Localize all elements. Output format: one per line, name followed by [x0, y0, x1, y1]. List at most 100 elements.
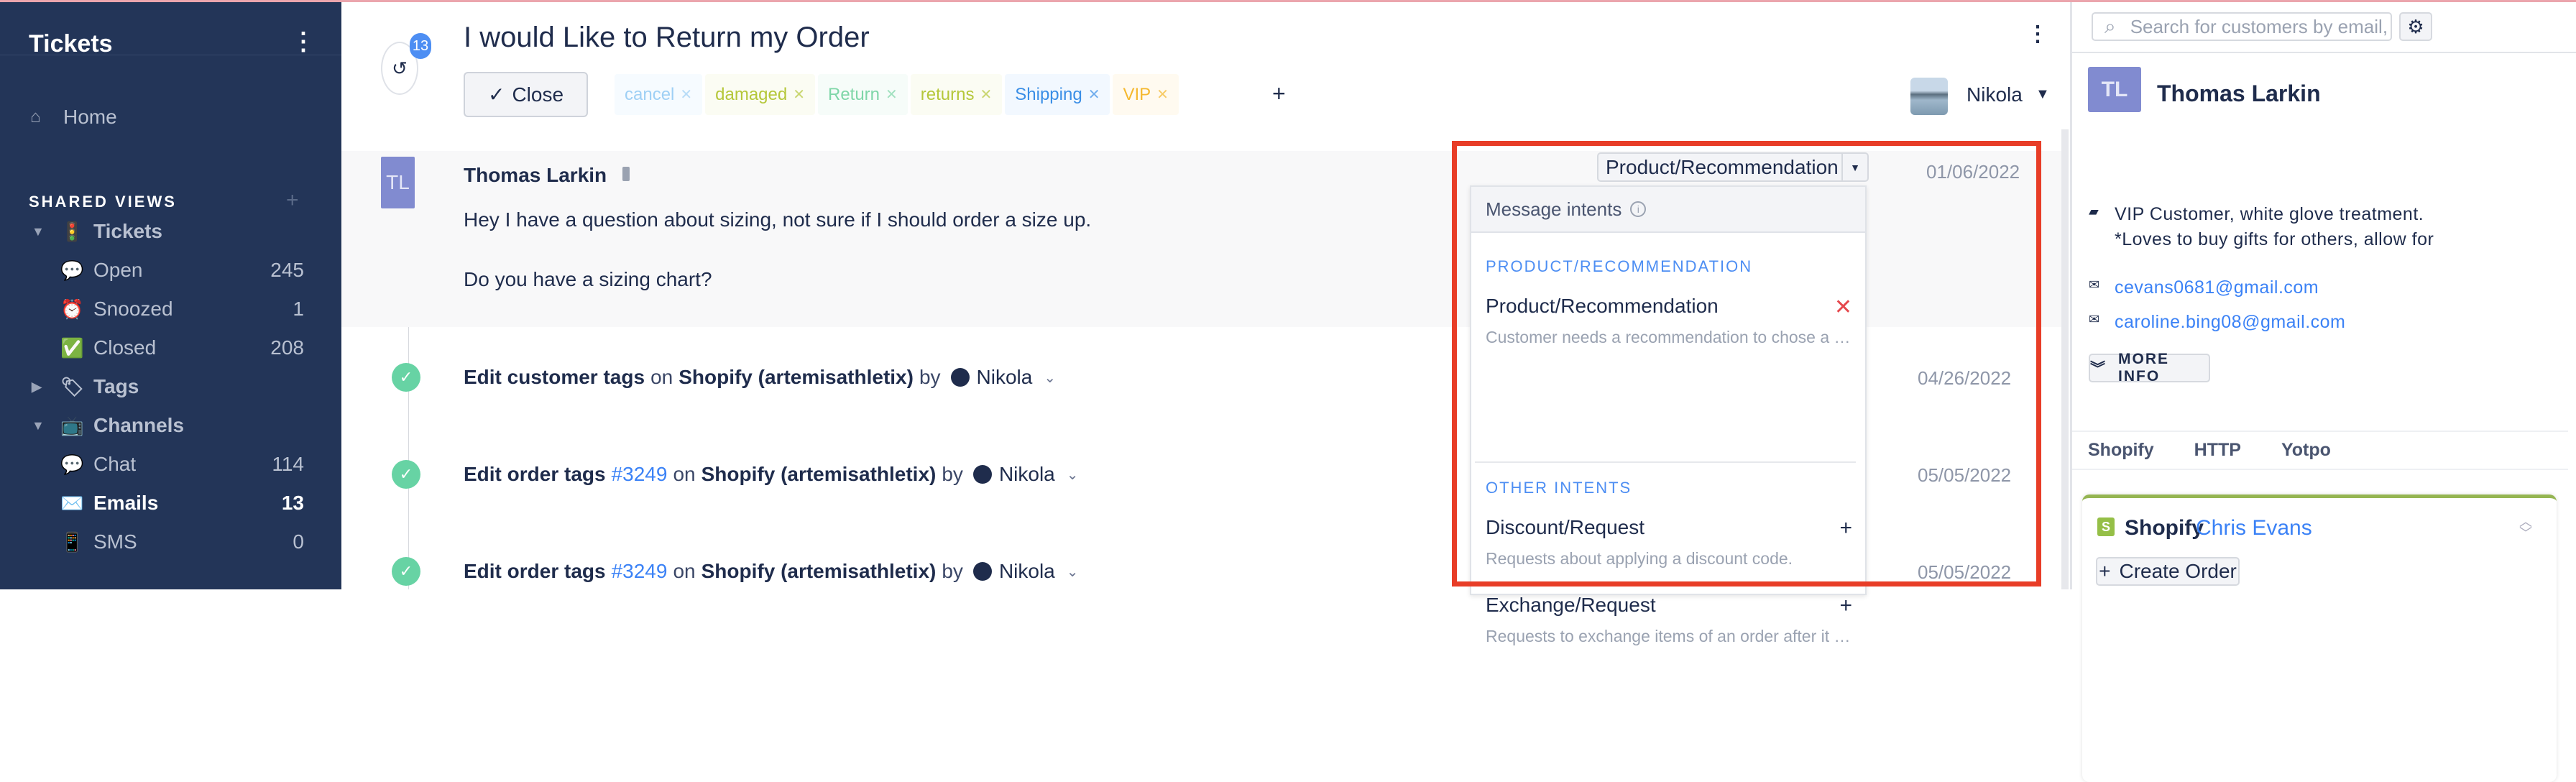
intent-item[interactable]: Exchange/Request Requests to exchange it… — [1486, 594, 1852, 646]
sender-name[interactable]: Thomas Larkin — [464, 164, 607, 187]
sidebar-item-label: Channels — [93, 414, 185, 436]
tag-label: Shipping — [1015, 84, 1082, 104]
remove-tag-icon[interactable]: ✕ — [886, 86, 898, 104]
event-target: Shopify (artemisathletix) — [701, 560, 937, 582]
message-line: Hey I have a question about sizing, not … — [464, 208, 1092, 231]
speech-bubble-icon: 💬 — [60, 259, 84, 281]
customer-name[interactable]: Thomas Larkin — [2157, 80, 2321, 107]
event-user: Nikola — [998, 463, 1055, 485]
user-icon — [972, 465, 992, 484]
message-line: Do you have a sizing chart? — [464, 268, 712, 290]
chevron-down-icon[interactable]: ⌄ — [1044, 369, 1056, 387]
event-connector: on — [673, 463, 696, 485]
caret-down-icon[interactable]: ▼ — [32, 418, 45, 433]
history-icon: ↺ — [392, 57, 408, 79]
event-connector: on — [650, 366, 673, 388]
assignee-name[interactable]: Nikola — [1966, 83, 2023, 106]
remove-tag-icon[interactable]: ✕ — [1156, 86, 1169, 104]
speech-bubble-icon: 💬 — [60, 453, 84, 475]
note-line: *Loves to buy gifts for others, allow fo… — [2115, 229, 2434, 249]
caret-down-icon[interactable]: ▼ — [2036, 86, 2050, 103]
remove-tag-icon[interactable]: ✕ — [793, 86, 805, 104]
sidebar-item-tags[interactable]: ▶ 🏷 Tags — [0, 374, 341, 400]
event-action: Edit order tags — [464, 463, 606, 485]
caret-right-icon[interactable]: ▶ — [32, 380, 42, 395]
tag-cancel[interactable]: cancel ✕ — [615, 74, 703, 115]
shopify-icon: S — [2097, 518, 2115, 536]
expand-collapse-icon[interactable]: ︿ ﹀ — [2519, 515, 2532, 540]
ticket-menu-icon[interactable]: ⋮ — [2027, 22, 2048, 47]
order-link[interactable]: #3249 — [612, 463, 668, 486]
sidebar-item-tickets[interactable]: ▼ 🚦 Tickets — [0, 218, 341, 244]
timeline-event: ✓ Edit customer tags on Shopify (artemisath… — [392, 363, 1056, 392]
intent-name: Exchange/Request — [1486, 594, 1656, 616]
shopify-customer-link[interactable]: Chris Evans — [2196, 516, 2312, 540]
tag-shipping[interactable]: Shipping ✕ — [1005, 74, 1110, 115]
sidebar-item-label: Chat — [93, 453, 137, 475]
scrollbar[interactable] — [2061, 129, 2069, 589]
tag-returns[interactable]: returns ✕ — [910, 74, 1003, 115]
sidebar-item-chat[interactable]: 💬 Chat 114 — [0, 451, 341, 477]
more-info-button[interactable]: ︾ MORE INFO — [2089, 351, 2210, 385]
assignee-avatar[interactable] — [1910, 78, 1948, 115]
sidebar-item-label: Snoozed — [93, 298, 173, 320]
note-icon: ▰ — [2089, 204, 2099, 218]
user-icon — [950, 368, 970, 387]
sidebar-item-label: Closed — [93, 336, 157, 359]
sidebar-item-channels[interactable]: ▼ 📺 Channels — [0, 413, 341, 438]
sidebar-item-snoozed[interactable]: ⏰ Snoozed 1 — [0, 296, 341, 322]
add-view-icon[interactable]: + — [286, 188, 299, 213]
tab-http[interactable]: HTTP — [2194, 440, 2241, 461]
tag-vip[interactable]: VIP ✕ — [1113, 74, 1179, 115]
tag-label: returns — [920, 84, 975, 104]
chevron-down-icon[interactable]: ⌄ — [1067, 563, 1079, 581]
tag-label: cancel — [625, 84, 675, 104]
tab-yotpo[interactable]: Yotpo — [2281, 440, 2331, 461]
close-ticket-button[interactable]: ✓ Close — [464, 72, 588, 117]
remove-tag-icon[interactable]: ✕ — [680, 86, 692, 104]
event-connector: by — [919, 366, 941, 388]
mobile-phone-icon: 📱 — [60, 530, 84, 553]
add-tag-icon[interactable]: + — [1272, 80, 1286, 107]
sidebar-item-count: 245 — [270, 259, 304, 281]
sidebar-item-home[interactable]: ⌂ Home — [0, 104, 341, 130]
tag-label: damaged — [715, 84, 788, 104]
sidebar-item-closed[interactable]: ✅ Closed 208 — [0, 335, 341, 361]
tag-list: cancel ✕ damaged ✕ Return ✕ returns ✕ Shipping ✕ V… — [615, 74, 1179, 115]
more-options-icon[interactable]: ⋮ — [291, 27, 316, 56]
timeline-event: ✓ Edit order tags #3249 on Shopify (artemisa… — [392, 460, 1079, 489]
shared-views-heading: SHARED VIEWS — [29, 193, 177, 211]
tag-damaged[interactable]: damaged ✕ — [705, 74, 815, 115]
integration-tabs: Shopify HTTP Yotpo — [2072, 431, 2568, 470]
customer-search-input[interactable]: ⌕ Search for customers by email, order — [2092, 12, 2392, 41]
sidebar-item-sms[interactable]: 📱 SMS 0 — [0, 529, 341, 555]
order-link[interactable]: #3249 — [612, 560, 668, 583]
remove-tag-icon[interactable]: ✕ — [1088, 86, 1100, 104]
settings-button[interactable]: ⚙ — [2399, 12, 2432, 41]
customer-note: ▰ VIP Customer, white glove treatment. *Lo… — [2089, 204, 2434, 254]
remove-tag-icon[interactable]: ✕ — [980, 86, 993, 104]
gear-icon: ⚙ — [2407, 15, 2424, 37]
tab-shopify[interactable]: Shopify — [2088, 440, 2154, 461]
top-accent-line — [0, 0, 2576, 2]
caret-down-icon[interactable]: ▼ — [32, 224, 45, 239]
chevron-down-icon[interactable]: ⌄ — [1067, 466, 1079, 484]
plus-icon: + — [2099, 560, 2111, 582]
sidebar-item-count: 13 — [281, 492, 304, 514]
customer-avatar: TL — [2088, 67, 2141, 112]
close-label: Close — [512, 83, 564, 106]
ticket-title[interactable]: I would Like to Return my Order — [464, 22, 870, 54]
divider — [2072, 52, 2576, 53]
sidebar-item-emails[interactable]: ✉️ Emails 13 — [0, 490, 341, 516]
sidebar: Tickets ⋮ ⌂ Home SHARED VIEWS + ▼ 🚦 Ticket… — [0, 0, 341, 589]
tag-return[interactable]: Return ✕ — [817, 74, 908, 115]
tv-icon: 📺 — [60, 414, 84, 436]
double-chevron-down-icon: ︾ — [2090, 361, 2107, 377]
email-link[interactable]: cevans0681@gmail.com — [2115, 277, 2319, 298]
create-order-button[interactable]: + Create Order — [2096, 557, 2240, 586]
email-link[interactable]: caroline.bing08@gmail.com — [2115, 312, 2345, 333]
add-intent-icon[interactable]: + — [1839, 594, 1852, 618]
sidebar-item-open[interactable]: 💬 Open 245 — [0, 257, 341, 283]
home-icon: ⌂ — [30, 107, 41, 126]
search-placeholder: Search for customers by email, order — [2130, 15, 2391, 37]
